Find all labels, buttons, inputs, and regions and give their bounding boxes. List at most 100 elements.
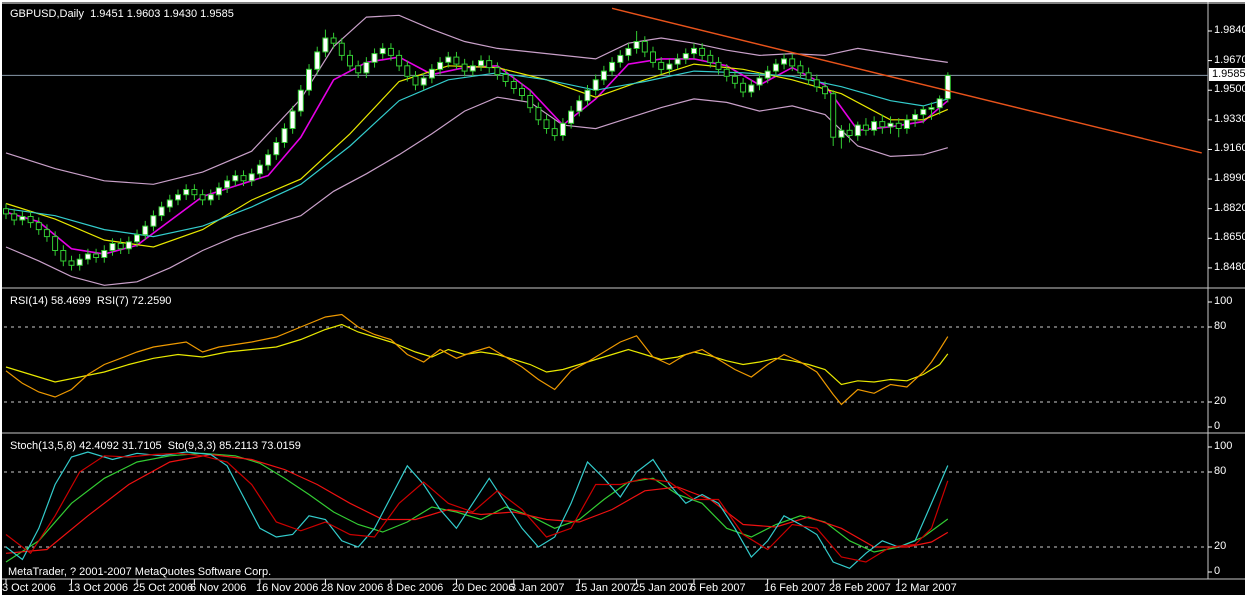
- candle-body: [805, 72, 812, 81]
- price-axis-label: 1.8990: [1214, 172, 1247, 184]
- candle-body: [248, 173, 255, 182]
- candle-body: [862, 124, 869, 131]
- candle-body: [363, 61, 370, 74]
- candle-body: [387, 47, 394, 56]
- candle-body: [142, 225, 149, 236]
- candle-body: [109, 243, 116, 251]
- candle-body: [527, 95, 534, 109]
- candle-body: [519, 88, 525, 96]
- candle-body: [789, 58, 796, 67]
- candle-body: [273, 142, 280, 156]
- candle-body: [428, 68, 435, 79]
- candle-body: [846, 129, 853, 137]
- candle-body: [944, 74, 951, 100]
- candle-body: [691, 47, 697, 55]
- chart-canvas[interactable]: [2, 2, 1245, 595]
- candle-body: [600, 70, 607, 81]
- candle-body: [617, 54, 624, 63]
- candle-body: [715, 61, 722, 70]
- candle-body: [371, 53, 378, 63]
- candle-body: [723, 68, 730, 77]
- candle-body: [215, 187, 222, 196]
- candle-body: [330, 37, 337, 44]
- stoch-line: [5, 451, 949, 569]
- candle-body: [478, 60, 484, 67]
- candle-body: [764, 70, 771, 79]
- candle-body: [265, 154, 272, 166]
- candle-body: [11, 213, 18, 221]
- candle-body: [404, 65, 411, 77]
- price-axis-label: 1.9160: [1214, 142, 1247, 154]
- date-axis-label: 3 Oct 2006: [2, 582, 56, 594]
- indicator-axis-label: 100: [1214, 295, 1233, 307]
- date-axis-label: 25 Oct 2006: [133, 582, 193, 594]
- candle-body: [232, 175, 239, 182]
- candle-body: [420, 77, 427, 86]
- candle-body: [502, 74, 509, 82]
- price-axis-label: 1.9500: [1214, 83, 1247, 95]
- candle-body: [535, 107, 542, 121]
- price-axis-label: 1.8480: [1214, 261, 1247, 273]
- bollinger-lower: [5, 96, 948, 286]
- candle-body: [355, 65, 362, 74]
- candle-body: [699, 47, 706, 56]
- candle-body: [666, 63, 673, 70]
- candle-body: [838, 129, 845, 138]
- stoch-line: [5, 452, 949, 563]
- candle-body: [772, 63, 779, 72]
- candle-body: [592, 79, 599, 91]
- date-axis-label: 3 Jan 2007: [510, 582, 565, 594]
- ma-yellow: [5, 63, 949, 248]
- date-axis-label: 16 Feb 2007: [764, 582, 826, 594]
- candle-body: [658, 61, 665, 70]
- indicator-axis-label: 20: [1214, 395, 1227, 407]
- date-axis-label: 12 Mar 2007: [895, 582, 957, 594]
- candle-body: [928, 107, 935, 110]
- price-axis-label: 1.9840: [1214, 24, 1247, 36]
- candle-body: [158, 206, 165, 217]
- chart-window: GBPUSD,Daily 1.9451 1.9603 1.9430 1.9585…: [0, 0, 1247, 597]
- candle-body: [494, 67, 501, 76]
- candle-body: [150, 215, 157, 227]
- candle-body: [35, 222, 42, 231]
- candle-body: [510, 81, 517, 89]
- candle-body: [84, 253, 91, 260]
- candle-body: [486, 60, 493, 69]
- price-axis-label: 1.8820: [1214, 202, 1247, 214]
- candle-body: [306, 68, 312, 91]
- candle-body: [822, 86, 828, 95]
- candle-body: [674, 58, 681, 65]
- candle-body: [650, 51, 656, 63]
- candle-body: [936, 98, 943, 109]
- candle-body: [338, 42, 345, 56]
- candle-body: [412, 75, 419, 86]
- date-axis-label: 8 Dec 2006: [387, 582, 444, 594]
- current-price-label: 1.9585: [1209, 68, 1245, 81]
- candle-body: [568, 110, 575, 124]
- date-axis-label: 28 Feb 2007: [829, 582, 891, 594]
- price-axis-label: 1.9330: [1214, 113, 1247, 125]
- candle-body: [469, 65, 476, 72]
- candle-body: [871, 121, 878, 131]
- rsi-indicator-label: RSI(14) 58.4699 RSI(7) 72.2590: [10, 295, 172, 307]
- candle-body: [887, 122, 894, 128]
- candle-body: [879, 121, 886, 128]
- candle-body: [125, 241, 132, 250]
- candle-body: [68, 260, 75, 266]
- candle-body: [379, 47, 386, 55]
- candle-body: [543, 119, 550, 130]
- candle-body: [297, 89, 304, 112]
- candle-body: [60, 250, 67, 262]
- date-axis-label: 15 Jan 2007: [575, 582, 636, 594]
- candle-body: [854, 124, 861, 137]
- candle-body: [813, 79, 820, 88]
- candle-body: [609, 61, 616, 72]
- candle-body: [781, 58, 787, 65]
- candle-body: [453, 56, 460, 65]
- candle-body: [134, 234, 140, 243]
- date-axis-label: 6 Nov 2006: [190, 582, 247, 594]
- candle-body: [175, 194, 181, 201]
- price-axis-label: 1.8650: [1214, 231, 1247, 243]
- candle-body: [559, 122, 566, 137]
- stoch-indicator-label: Stoch(13,5,8) 42.4092 31.7105 Sto(9,3,3)…: [10, 440, 301, 452]
